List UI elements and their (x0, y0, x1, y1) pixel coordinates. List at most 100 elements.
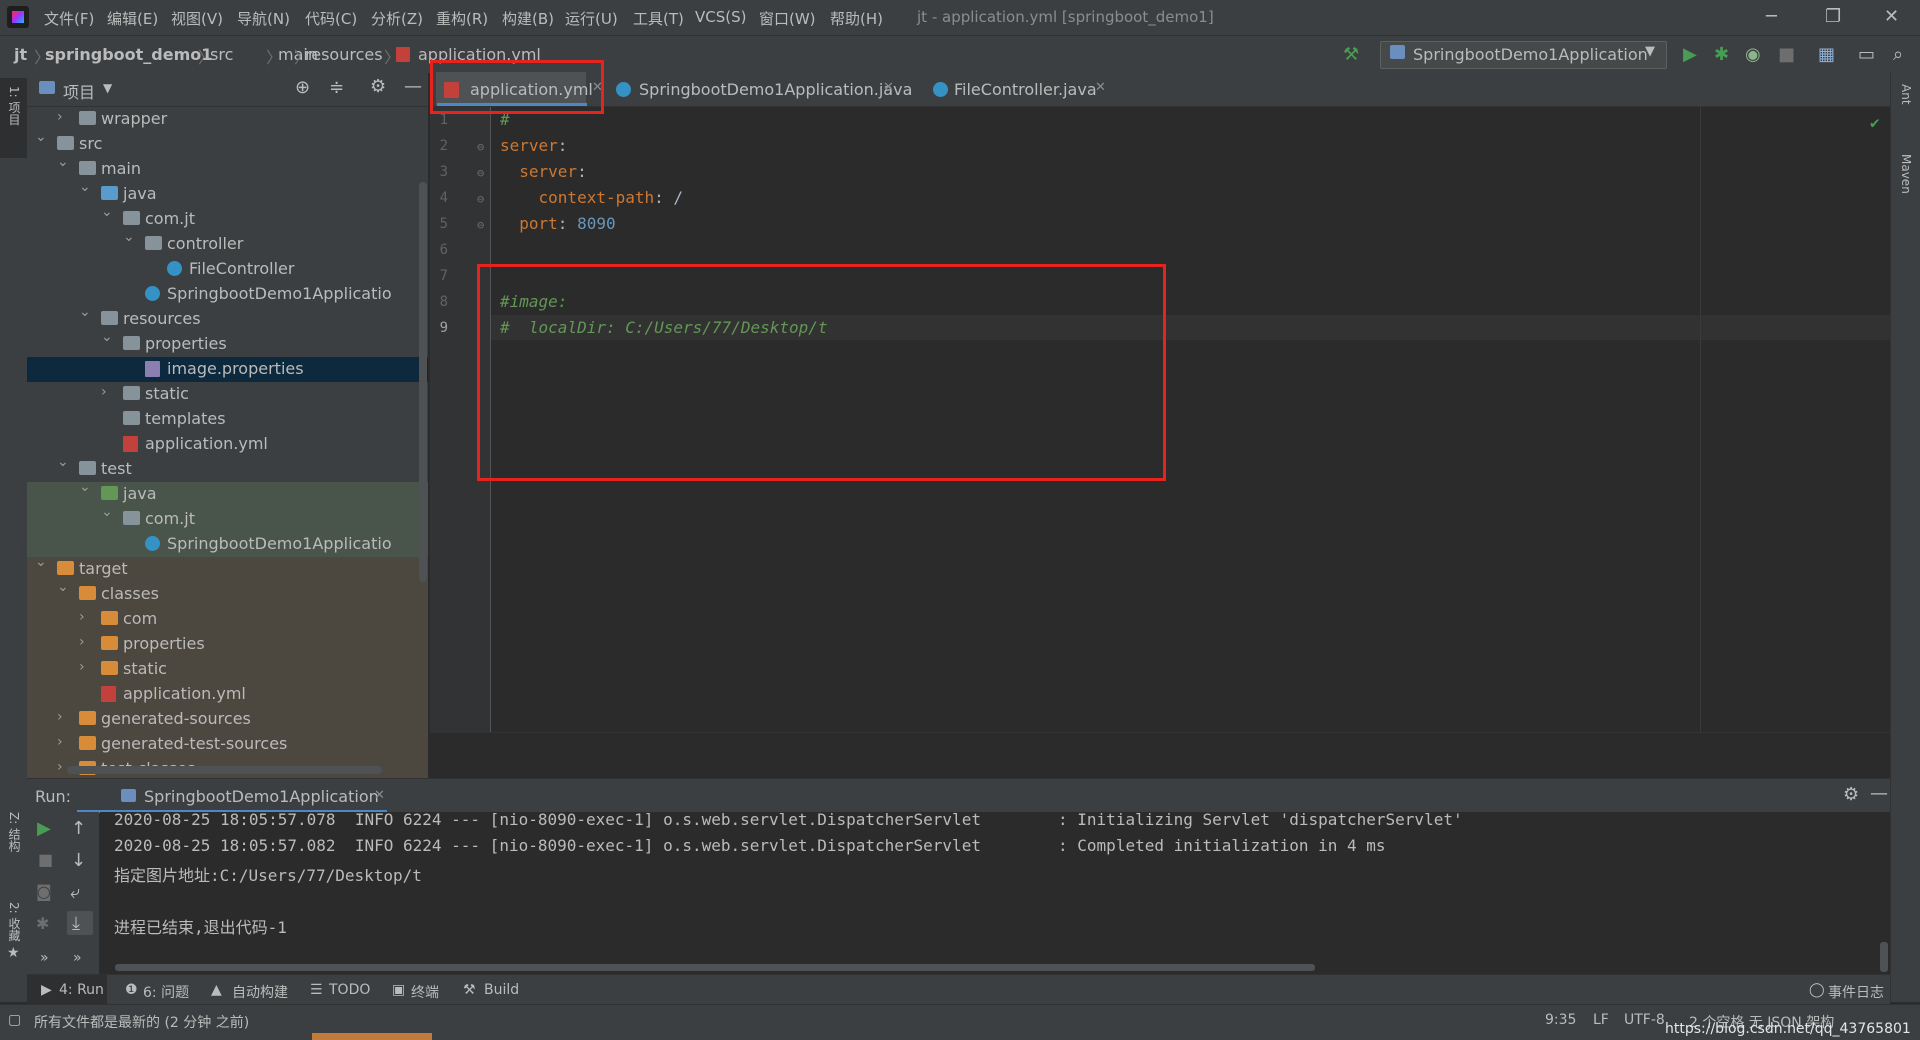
build-hammer-icon[interactable]: ⚒ (1343, 44, 1359, 65)
tree-item[interactable]: ⌄ resources (27, 304, 428, 332)
chevron-right-icon[interactable]: › (79, 609, 85, 625)
menu-item[interactable]: VCS(S) (695, 8, 746, 26)
run-tab[interactable]: SpringbootDemo1Application ✕ (77, 779, 387, 813)
chevron-right-icon[interactable]: › (57, 709, 63, 725)
project-tool-label[interactable]: 1: 项目 (6, 86, 23, 126)
tree-item[interactable]: ⌄ java (27, 179, 428, 207)
search-icon[interactable]: ⌕ (1893, 44, 1903, 65)
chevron-down-icon[interactable]: ⌄ (101, 329, 113, 345)
breadcrumb-item[interactable]: springboot_demo1 (45, 45, 212, 64)
chevron-down-icon[interactable]: ⌄ (101, 504, 113, 520)
menu-item[interactable]: 帮助(H) (830, 8, 883, 29)
menu-item[interactable]: 编辑(E) (107, 8, 158, 29)
ant-tool-label[interactable]: Ant (1899, 84, 1913, 105)
fold-marker-icon[interactable]: ⊖ (477, 192, 484, 206)
chevron-down-icon[interactable]: ⌄ (79, 479, 91, 495)
hide-panel-icon[interactable]: — (1870, 783, 1888, 804)
chevron-right-icon[interactable]: › (79, 659, 85, 675)
project-panel-title[interactable]: 项目 (63, 79, 95, 103)
tree-item[interactable]: templates (27, 407, 428, 432)
tree-item[interactable]: › wrapper (27, 107, 428, 132)
menu-item[interactable]: 文件(F) (44, 8, 94, 29)
chevron-right-icon[interactable]: › (101, 384, 107, 400)
star-icon[interactable]: ★ (7, 945, 20, 961)
locate-icon[interactable]: ⊕ (295, 77, 310, 98)
coverage-icon[interactable]: ◉ (1745, 44, 1761, 65)
close-window-button[interactable]: ✕ (1884, 6, 1899, 27)
tree-item[interactable]: ⌄ target (27, 554, 428, 582)
tree-item[interactable]: ⌄ com.jt (27, 504, 428, 532)
tool-window-event-log[interactable]: 事件日志 (1828, 982, 1884, 1002)
menu-item[interactable]: 窗口(W) (759, 8, 816, 29)
run-console[interactable]: 2020-08-25 18:05:57.078 INFO 6224 --- [n… (100, 810, 1890, 974)
chevron-right-icon[interactable]: › (57, 109, 63, 125)
chevron-right-icon[interactable]: › (79, 634, 85, 650)
console-hscrollbar[interactable] (115, 964, 1315, 971)
tree-item[interactable]: › generated-sources (27, 707, 428, 732)
menu-item[interactable]: 工具(T) (633, 8, 684, 29)
minimize-button[interactable]: ─ (1766, 6, 1777, 27)
hide-panel-icon[interactable]: — (404, 76, 422, 97)
tree-item[interactable]: › generated-test-sources (27, 732, 428, 757)
chevron-down-icon[interactable]: ⌄ (101, 204, 113, 220)
fold-marker-icon[interactable]: ⊖ (477, 166, 484, 180)
editor-hscrollbar[interactable] (430, 732, 1890, 748)
tab-filecontroller-java[interactable]: FileController.java ✕ (930, 72, 1110, 106)
stop-icon[interactable]: ■ (1778, 44, 1795, 65)
menu-item[interactable]: 视图(V) (171, 8, 223, 29)
breadcrumb-item[interactable]: src (210, 45, 233, 64)
tree-item[interactable]: application.yml (27, 432, 428, 457)
tool-window-todo[interactable]: TODO (329, 982, 370, 998)
tree-hscrollbar[interactable] (67, 766, 382, 774)
project-structure-icon[interactable]: ▦ (1818, 44, 1835, 65)
tool-window-problems[interactable]: 6: 问题 (143, 982, 189, 1002)
stop-icon[interactable]: ■ (38, 850, 53, 869)
tool-window-auto-build[interactable]: 自动构建 (232, 982, 288, 1002)
chevron-down-icon[interactable]: ⌄ (57, 579, 69, 595)
arrow-down-icon[interactable]: ↓ (71, 850, 86, 871)
arrow-up-icon[interactable]: ↑ (71, 818, 86, 839)
gear-icon[interactable]: ⚙ (370, 76, 386, 97)
tree-item[interactable]: SpringbootDemo1Applicatio (27, 532, 428, 557)
tree-item[interactable]: › static (27, 657, 428, 682)
tree-scrollbar[interactable] (419, 182, 427, 582)
maven-tool-label[interactable]: Maven (1899, 154, 1913, 194)
chevron-right-icon[interactable]: › (57, 734, 63, 750)
menu-item[interactable]: 重构(R) (436, 8, 488, 29)
terminal-icon[interactable]: ▭ (1858, 44, 1875, 65)
caret-position[interactable]: 9:35 (1545, 1012, 1576, 1028)
chevron-down-icon[interactable]: ⌄ (123, 229, 135, 245)
chevron-down-icon[interactable]: ⌄ (57, 154, 69, 170)
debug-bug-icon[interactable]: ✱ (36, 914, 49, 933)
tree-item[interactable]: FileController (27, 257, 428, 282)
tab-springbootdemo1application-java[interactable]: SpringbootDemo1Application.java ✕ (613, 72, 912, 106)
line-separator[interactable]: LF (1593, 1012, 1609, 1028)
run-icon[interactable]: ▶ (1683, 44, 1697, 65)
collapse-all-icon[interactable]: ≑ (329, 77, 344, 98)
tree-item[interactable]: image.properties (27, 357, 428, 382)
soft-wrap-icon[interactable]: ⤶ (70, 882, 80, 903)
breadcrumb-item[interactable]: jt (14, 45, 27, 64)
chevron-down-icon[interactable]: ⌄ (79, 179, 91, 195)
tool-window-run[interactable]: 4: Run (59, 982, 104, 998)
restore-button[interactable]: ❐ (1825, 6, 1841, 27)
close-tab-icon[interactable]: ✕ (883, 80, 894, 95)
menu-item[interactable]: 代码(C) (305, 8, 357, 29)
gear-icon[interactable]: ⚙ (1843, 784, 1859, 805)
more-icon[interactable]: » (73, 950, 82, 966)
chevron-down-icon[interactable]: ⌄ (35, 554, 47, 570)
tree-item[interactable]: ⌄ properties (27, 329, 428, 357)
tree-item[interactable]: › properties (27, 632, 428, 657)
tree-item[interactable]: › com (27, 607, 428, 632)
favorites-tool-label[interactable]: 2: 收藏 (6, 902, 23, 942)
console-vscrollbar[interactable] (1880, 942, 1888, 972)
chevron-right-icon[interactable]: › (57, 759, 63, 775)
close-tab-icon[interactable]: ✕ (374, 788, 385, 803)
fold-marker-icon[interactable]: ⊖ (477, 218, 484, 232)
tree-item[interactable]: application.yml (27, 682, 428, 707)
tool-window-build[interactable]: Build (484, 982, 519, 998)
chevron-down-icon[interactable]: ▼ (103, 81, 112, 95)
tree-item[interactable]: ⌄ java (27, 479, 428, 507)
no-problems-check-icon[interactable]: ✔ (1870, 113, 1880, 132)
menu-item[interactable]: 运行(U) (565, 8, 618, 29)
